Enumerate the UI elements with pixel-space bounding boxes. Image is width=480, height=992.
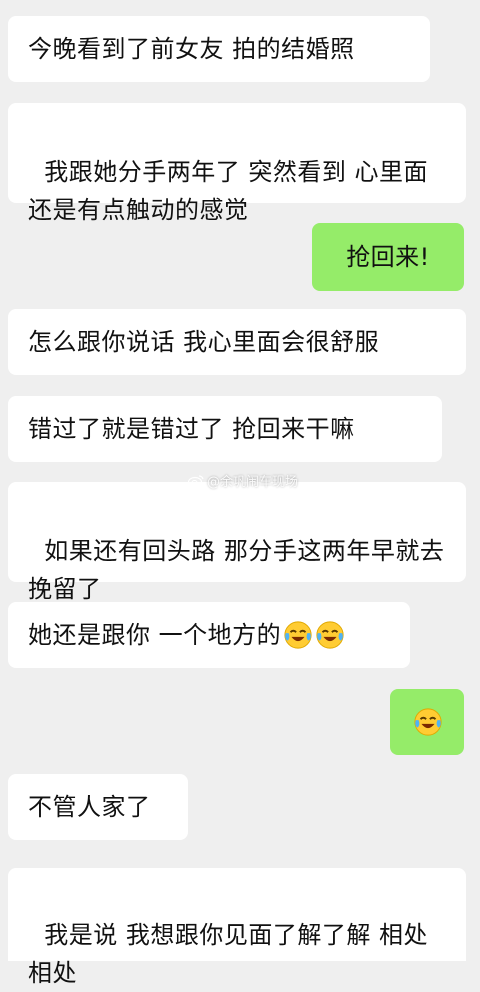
crying-laughing-emoji-icon <box>414 708 442 736</box>
message-text: 抢回来! <box>346 243 430 271</box>
message-bubble-incoming[interactable]: 怎么跟你说话 我心里面会很舒服 <box>8 309 466 375</box>
message-bubble-incoming[interactable]: 她还是跟你 一个地方的 <box>8 602 410 668</box>
message-bubble-outgoing[interactable] <box>390 689 464 755</box>
message-text: 不管人家了 <box>28 793 151 821</box>
message-bubble-incoming[interactable]: 我是说 我想跟你见面了解了解 相处相处 <box>8 868 466 987</box>
message-bubble-incoming[interactable]: 如果还有回头路 那分手这两年早就去挽留了 <box>8 482 466 603</box>
message-text: 我跟她分手两年了 突然看到 心里面还是有点触动的感觉 <box>28 158 429 224</box>
watermark: @余巩闹车现场 <box>188 471 298 490</box>
message-bubble-incoming[interactable]: 不管人家了 <box>8 774 188 840</box>
weibo-icon <box>188 475 204 487</box>
message-text: 怎么跟你说话 我心里面会很舒服 <box>28 328 380 356</box>
crying-laughing-emoji-icon <box>316 621 344 649</box>
message-text: 她还是跟你 一个地方的 <box>28 621 282 649</box>
message-text: 如果还有回头路 那分手这两年早就去挽留了 <box>28 537 445 603</box>
message-text: 今晚看到了前女友 拍的结婚照 <box>28 35 355 63</box>
watermark-text: @余巩闹车现场 <box>207 475 299 490</box>
message-bubble-outgoing[interactable]: 抢回来! <box>312 223 464 291</box>
message-text: 我是说 我想跟你见面了解了解 相处相处 <box>28 921 429 987</box>
message-text: 错过了就是错过了 抢回来干嘛 <box>28 415 355 443</box>
message-bubble-incoming[interactable]: 今晚看到了前女友 拍的结婚照 <box>8 16 430 82</box>
message-bubble-incoming[interactable]: 错过了就是错过了 抢回来干嘛 <box>8 396 442 462</box>
crying-laughing-emoji-icon <box>284 621 312 649</box>
message-bubble-incoming[interactable]: 我跟她分手两年了 突然看到 心里面还是有点触动的感觉 <box>8 103 466 224</box>
